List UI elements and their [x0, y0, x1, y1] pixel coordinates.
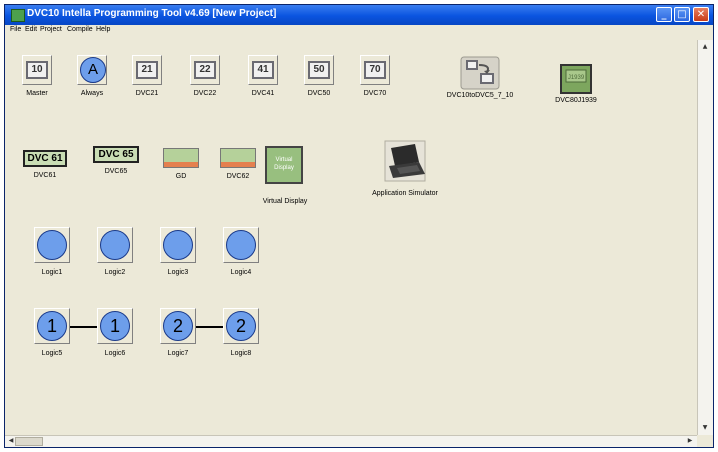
- block-label-logic1: Logic1: [41, 269, 63, 276]
- app-icon: [11, 9, 25, 22]
- block-label-always: Always: [80, 90, 104, 97]
- link-line: [196, 326, 223, 328]
- programming-canvas[interactable]: 10 Master A Always 21 DVC21 22 DVC22 41 …: [5, 40, 697, 435]
- scroll-down-icon[interactable]: ▼: [700, 423, 710, 433]
- block-label-dvc65: DVC65: [104, 168, 128, 175]
- horizontal-scrollbar[interactable]: ◀ ▶: [5, 435, 697, 447]
- logic-circle-icon: 2: [163, 311, 193, 341]
- chip-icon: 41: [252, 61, 274, 79]
- block-label-dvc10-to-dvc5: DVC10toDVC5_7_10: [446, 92, 514, 99]
- virtual-display-block[interactable]: Virtual Display: [265, 146, 303, 184]
- logic-circle-icon: 1: [37, 311, 67, 341]
- logic-circle-icon: [37, 230, 67, 260]
- block-label-dvc22: DVC22: [193, 90, 217, 97]
- logic-block[interactable]: 2: [160, 308, 196, 344]
- block-label-dvc50: DVC50: [307, 90, 331, 97]
- dvc41-block[interactable]: 41: [248, 55, 278, 85]
- block-label-virtual-display: Virtual Display: [262, 198, 308, 205]
- block-label-dvc70: DVC70: [363, 90, 387, 97]
- logic-block[interactable]: [97, 227, 133, 263]
- dvc70-block[interactable]: 70: [360, 55, 390, 85]
- logic-circle-icon: [100, 230, 130, 260]
- dvc62-block[interactable]: [220, 148, 256, 168]
- dvc80j1939-block[interactable]: J1939: [559, 64, 593, 94]
- block-label-logic2: Logic2: [104, 269, 126, 276]
- block-label-logic3: Logic3: [167, 269, 189, 276]
- chip-icon: 10: [26, 61, 48, 79]
- block-label-logic7: Logic7: [167, 350, 189, 357]
- always-icon: A: [80, 57, 106, 83]
- laptop-icon: [384, 140, 426, 182]
- scroll-thumb[interactable]: [15, 437, 43, 446]
- block-label-dvc62: DVC62: [226, 173, 250, 180]
- app-window: DVC10 Intella Programming Tool v4.69 [Ne…: [4, 4, 714, 448]
- application-simulator-block[interactable]: [379, 140, 429, 184]
- dvc22-block[interactable]: 22: [190, 55, 220, 85]
- vertical-scrollbar[interactable]: ▲ ▼: [697, 40, 713, 435]
- gd-block[interactable]: [163, 148, 199, 168]
- menu-edit[interactable]: Edit: [25, 26, 37, 33]
- block-label-logic4: Logic4: [230, 269, 252, 276]
- logic-block[interactable]: [160, 227, 196, 263]
- dvc21-block[interactable]: 21: [132, 55, 162, 85]
- close-button[interactable]: ✕: [693, 7, 709, 22]
- j1939-icon: J1939: [560, 64, 592, 94]
- chip-icon: 50: [308, 61, 330, 79]
- converter-icon: [460, 56, 500, 90]
- logic-circle-icon: [163, 230, 193, 260]
- block-label-logic6: Logic6: [104, 350, 126, 357]
- block-label-logic8: Logic8: [230, 350, 252, 357]
- logic-block[interactable]: 1: [97, 308, 133, 344]
- block-label-logic5: Logic5: [41, 350, 63, 357]
- block-label-dvc41: DVC41: [251, 90, 275, 97]
- window-title: DVC10 Intella Programming Tool v4.69 [Ne…: [27, 8, 277, 19]
- block-label-application-simulator: Application Simulator: [372, 190, 438, 197]
- menu-compile[interactable]: Compile: [67, 26, 93, 33]
- logic-block[interactable]: 1: [34, 308, 70, 344]
- always-block[interactable]: A: [77, 55, 107, 85]
- link-line: [70, 326, 97, 328]
- chip-icon: 22: [194, 61, 216, 79]
- chip-icon: 70: [364, 61, 386, 79]
- title-bar[interactable]: DVC10 Intella Programming Tool v4.69 [Ne…: [5, 5, 713, 25]
- menu-file[interactable]: File: [10, 26, 21, 33]
- block-label-gd: GD: [175, 173, 187, 180]
- scroll-right-icon[interactable]: ▶: [685, 436, 695, 446]
- dvc65-block[interactable]: DVC 65: [93, 146, 139, 163]
- menu-project[interactable]: Project: [40, 26, 62, 33]
- logic-block[interactable]: 2: [223, 308, 259, 344]
- scroll-up-icon[interactable]: ▲: [700, 42, 710, 52]
- master-block[interactable]: 10: [22, 55, 52, 85]
- block-label-dvc80j1939: DVC80J1939: [555, 97, 597, 104]
- gauge-bar-icon: [221, 162, 255, 167]
- logic-block[interactable]: [34, 227, 70, 263]
- logic-circle-icon: 2: [226, 311, 256, 341]
- block-label-dvc61: DVC61: [33, 172, 57, 179]
- chip-icon: 21: [136, 61, 158, 79]
- dvc61-block[interactable]: DVC 61: [23, 150, 67, 167]
- menu-bar: File Edit Project Compile Help: [5, 25, 713, 39]
- scroll-corner: [697, 435, 713, 447]
- block-label-dvc21: DVC21: [135, 90, 159, 97]
- gauge-bar-icon: [164, 162, 198, 167]
- dvc50-block[interactable]: 50: [304, 55, 334, 85]
- logic-circle-icon: [226, 230, 256, 260]
- menu-help[interactable]: Help: [96, 26, 110, 33]
- block-label-master: Master: [26, 90, 48, 97]
- logic-circle-icon: 1: [100, 311, 130, 341]
- dvc10-to-dvc5-7-10-block[interactable]: [457, 55, 503, 91]
- maximize-button[interactable]: □: [674, 7, 690, 22]
- minimize-button[interactable]: _: [656, 7, 672, 22]
- logic-block[interactable]: [223, 227, 259, 263]
- svg-text:J1939: J1939: [568, 75, 585, 81]
